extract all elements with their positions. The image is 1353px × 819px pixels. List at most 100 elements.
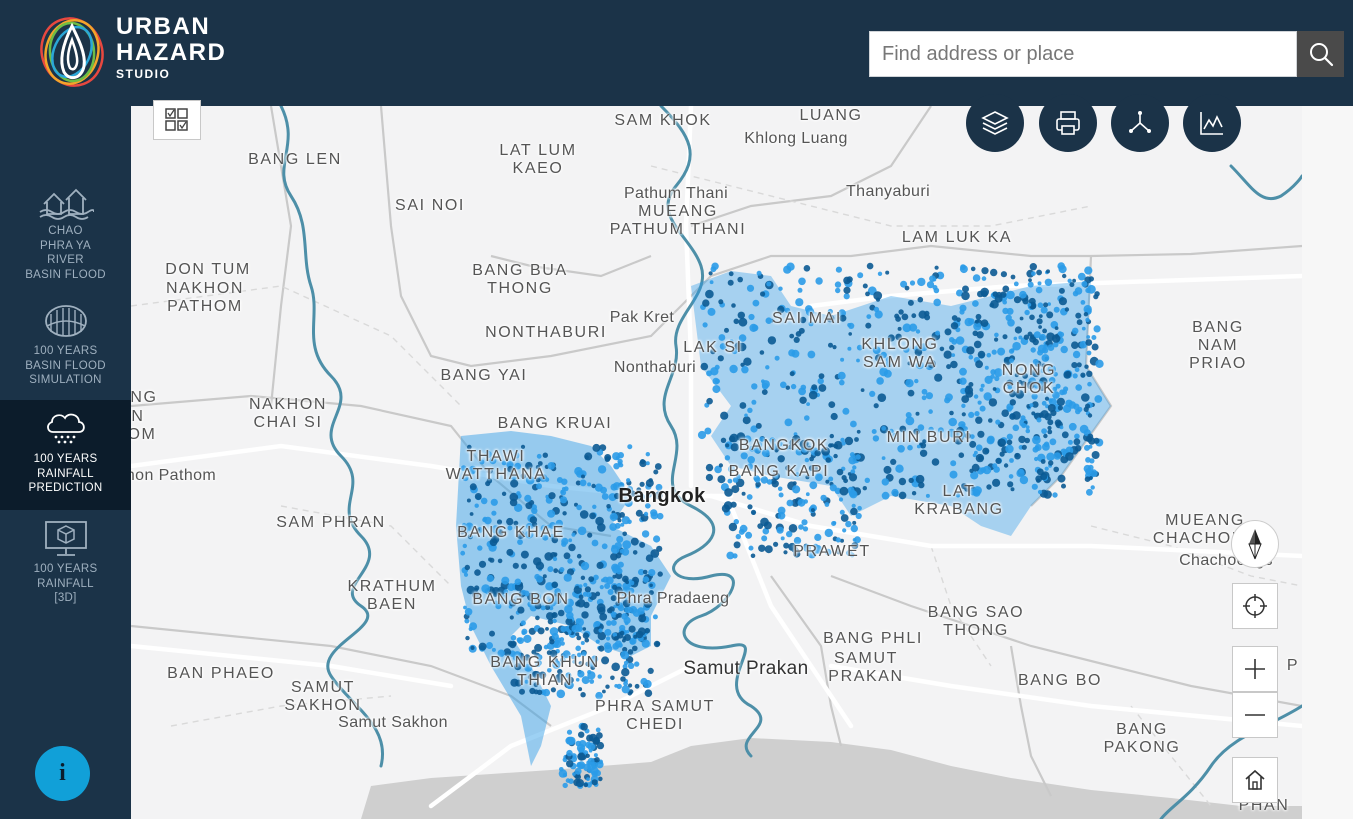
flood-point xyxy=(583,782,589,788)
flood-point xyxy=(562,782,568,789)
map-label: NAKHON PATHOM xyxy=(165,280,245,315)
flood-point xyxy=(591,483,596,489)
flood-point xyxy=(645,461,650,466)
chart-button[interactable] xyxy=(1183,94,1241,152)
flood-point xyxy=(925,392,934,400)
layers-button[interactable] xyxy=(966,94,1024,152)
map-label: Phra Pradaeng xyxy=(616,590,730,607)
flood-point xyxy=(1034,456,1039,462)
flood-point xyxy=(735,533,741,540)
flood-point xyxy=(1072,350,1081,359)
flood-point xyxy=(578,746,585,753)
flood-point xyxy=(490,498,498,506)
flood-point xyxy=(724,455,731,461)
flood-point xyxy=(478,560,487,568)
flood-point xyxy=(1002,299,1007,305)
flood-point xyxy=(1094,395,1103,403)
flood-point xyxy=(881,456,886,460)
flood-point xyxy=(833,453,838,459)
flood-point xyxy=(560,489,567,496)
flood-point xyxy=(1035,475,1043,483)
flood-point xyxy=(865,291,870,297)
map-label: BANG BUA THONG xyxy=(472,262,568,297)
flood-point xyxy=(537,627,545,635)
flood-point xyxy=(563,573,572,582)
flood-point xyxy=(745,531,753,539)
flood-point xyxy=(577,752,586,761)
flood-point xyxy=(584,455,589,460)
sidebar-item-label: 100 YEARS BASIN FLOOD SIMULATION xyxy=(25,345,106,386)
flood-point xyxy=(1021,444,1027,450)
flood-point xyxy=(601,543,608,550)
flood-point xyxy=(486,574,494,583)
flood-point xyxy=(610,675,615,681)
flood-point xyxy=(551,632,559,641)
flood-point xyxy=(563,552,571,560)
locate-button[interactable] xyxy=(1232,583,1278,629)
flood-point xyxy=(567,558,573,564)
flood-point xyxy=(542,688,551,697)
flood-point xyxy=(789,371,795,377)
flood-point xyxy=(547,462,556,470)
zoom-out-button[interactable] xyxy=(1232,692,1278,738)
sidebar-item-rainfall-3d[interactable]: 100 YEARS RAINFALL [3D] xyxy=(0,518,131,610)
flood-point xyxy=(553,568,559,574)
zoom-in-button[interactable] xyxy=(1232,646,1278,692)
flood-point xyxy=(580,641,585,645)
flood-point xyxy=(786,530,793,538)
compass-button[interactable] xyxy=(1231,520,1279,568)
flood-point xyxy=(634,661,640,667)
flood-point xyxy=(657,571,663,577)
flood-point xyxy=(730,501,737,508)
flood-point xyxy=(792,481,797,486)
search-button[interactable] xyxy=(1297,31,1344,77)
flood-point xyxy=(1069,282,1075,288)
flood-point xyxy=(1081,393,1090,402)
flood-point xyxy=(748,313,755,321)
flood-point xyxy=(994,375,1000,382)
info-button[interactable]: i xyxy=(35,746,90,801)
home-button[interactable] xyxy=(1232,757,1278,803)
sidebar-item-chao-phra-ya-flood[interactable]: CHAO PHRA YA RIVER BASIN FLOOD xyxy=(0,184,131,284)
flood-point xyxy=(469,622,478,631)
sidebar-item-basin-flood-simulation[interactable]: 100 YEARS BASIN FLOOD SIMULATION xyxy=(0,302,131,394)
flood-point xyxy=(731,485,740,494)
flood-point xyxy=(572,772,576,776)
search-input[interactable] xyxy=(870,32,1296,76)
flood-point xyxy=(839,509,845,515)
flood-point xyxy=(587,757,595,765)
flood-point xyxy=(474,493,482,500)
flood-point xyxy=(1047,425,1052,431)
flood-point xyxy=(747,504,753,510)
flood-point xyxy=(644,689,653,697)
flood-point xyxy=(804,457,810,463)
flood-point xyxy=(752,299,760,307)
flood-point xyxy=(721,504,731,513)
flood-point xyxy=(520,620,526,626)
flood-point xyxy=(828,401,836,408)
sidebar-item-rainfall-prediction[interactable]: 100 YEARS RAINFALL PREDICTION xyxy=(0,400,131,510)
print-button[interactable] xyxy=(1039,94,1097,152)
flood-point xyxy=(814,533,822,541)
flood-point xyxy=(592,443,601,452)
basemap-gallery-button[interactable] xyxy=(153,100,201,140)
flood-point xyxy=(895,464,904,473)
flood-point xyxy=(574,467,583,476)
logo-line-hazard: HAZARD xyxy=(116,39,227,66)
flood-point xyxy=(1084,364,1089,369)
share-button[interactable] xyxy=(1111,94,1169,152)
flood-point xyxy=(585,753,590,758)
flood-point xyxy=(877,271,883,276)
flood-point xyxy=(898,491,907,500)
flood-point xyxy=(604,644,613,654)
flood-point xyxy=(650,549,660,558)
flood-point xyxy=(960,264,966,270)
flood-point xyxy=(789,333,795,339)
map-view[interactable]: SAM KHOK LUANG Khlong Luang BANG LEN LAT… xyxy=(131,106,1302,819)
flood-point xyxy=(712,385,721,394)
flood-point xyxy=(474,503,479,508)
map-label: OM xyxy=(131,426,157,443)
flood-point xyxy=(977,400,982,405)
flood-point xyxy=(536,689,543,695)
map-label: LAT LUM KAEO xyxy=(499,142,577,177)
